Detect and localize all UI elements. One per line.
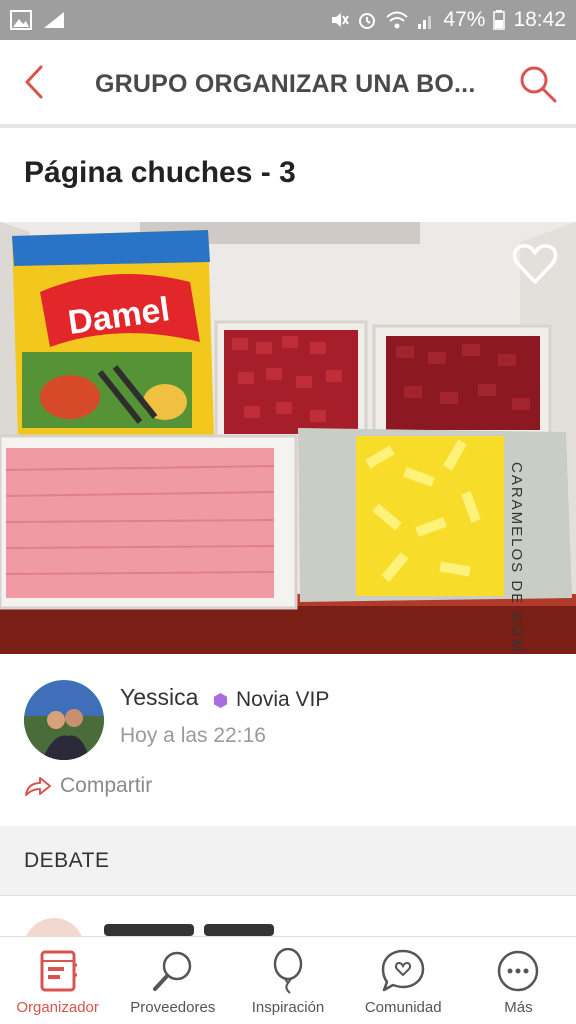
status-time: 18:42 (513, 8, 566, 31)
search-button[interactable] (518, 64, 558, 104)
nav-label-comunidad: Comunidad (364, 999, 442, 1016)
nav-item-inspiracion[interactable]: Inspiración (230, 937, 345, 1024)
image-icon (10, 10, 32, 30)
nav-label-organizador: Organizador (16, 999, 99, 1016)
author-section: Yessica Novia VIP Hoy a las 22:16 Compar… (0, 654, 576, 826)
comment-preview-text-cutoff (104, 924, 304, 936)
balloon-icon (264, 947, 312, 995)
author-name[interactable]: Yessica (120, 684, 198, 711)
nav-label-proveedores: Proveedores (130, 999, 216, 1016)
alarm-icon (359, 13, 376, 29)
status-right-icons: 47% 18:42 (329, 8, 566, 32)
share-arrow-icon (25, 777, 51, 796)
avatar[interactable] (24, 680, 104, 760)
chat-heart-icon (379, 947, 427, 995)
vip-badge-label: Novia VIP (236, 688, 330, 711)
post-photo[interactable]: Damel CARAMELOS DE GOMA (0, 222, 576, 654)
nav-item-comunidad[interactable]: Comunidad (346, 937, 461, 1024)
share-label: Compartir (60, 774, 153, 797)
red-candy-tray-right (372, 324, 552, 440)
chevron-left-icon (25, 65, 43, 99)
page-title: Página chuches - 3 (24, 156, 296, 189)
hexagon-badge-icon (213, 692, 228, 708)
candy-box-image: Damel CARAMELOS DE GOMA (0, 222, 576, 654)
commenter-avatar (24, 918, 84, 936)
favorite-button[interactable] (512, 242, 558, 286)
more-dots-icon (494, 947, 542, 995)
search-icon (520, 66, 557, 103)
nav-item-proveedores[interactable]: Proveedores (115, 937, 230, 1024)
battery-percent: 47% (443, 8, 486, 31)
vip-badge: Novia VIP (213, 688, 329, 712)
signal-strength-icon (44, 12, 64, 28)
debate-section-header: DEBATE (0, 826, 576, 896)
pink-candy-tray (0, 434, 298, 610)
status-bar: 47% 18:42 (0, 0, 576, 40)
avatar-photo (24, 680, 104, 760)
back-button[interactable] (18, 62, 50, 102)
wifi-icon (386, 11, 409, 29)
post-timestamp: Hoy a las 22:16 (120, 724, 266, 747)
nav-item-mas[interactable]: Más (461, 937, 576, 1024)
cell-signal-icon (418, 16, 432, 29)
magnifier-icon (149, 947, 197, 995)
mute-icon (332, 13, 350, 27)
status-left-icons (10, 10, 66, 30)
header-title: GRUPO ORGANIZAR UNA BO... (95, 70, 476, 98)
heart-outline-icon (512, 244, 558, 284)
battery-icon (493, 10, 506, 30)
notebook-icon (34, 947, 82, 995)
app-header: GRUPO ORGANIZAR UNA BO... (0, 40, 576, 128)
package-label-text: CARAMELOS DE GOMA (508, 462, 525, 654)
nav-label-inspiracion: Inspiración (251, 999, 325, 1016)
share-button[interactable]: Compartir (24, 774, 152, 798)
nav-item-organizador[interactable]: Organizador (0, 937, 115, 1024)
bottom-navigation: Organizador Proveedores Inspiración Comu… (0, 936, 576, 1024)
comment-preview[interactable] (0, 896, 576, 936)
red-candy-tray-left (214, 320, 368, 444)
nav-label-mas: Más (504, 999, 533, 1016)
debate-label: DEBATE (24, 848, 110, 872)
damel-bag: Damel (12, 230, 214, 438)
